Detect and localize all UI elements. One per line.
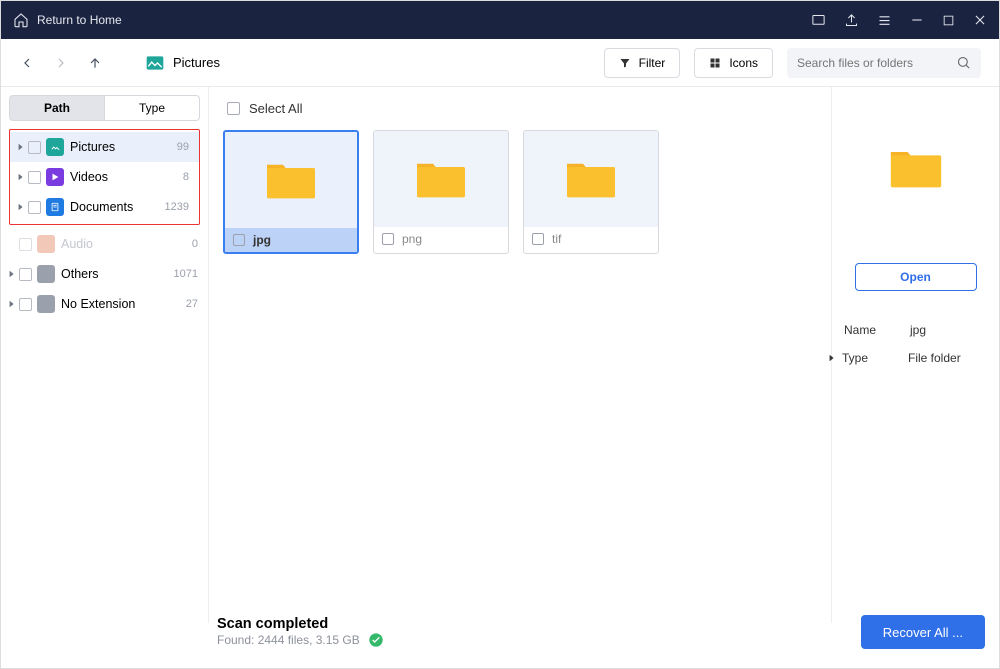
folder-label: png [402, 232, 422, 246]
tab-path[interactable]: Path [9, 95, 104, 121]
forward-icon[interactable] [53, 55, 69, 71]
detail-name-value: jpg [910, 323, 926, 337]
breadcrumb-label: Pictures [173, 55, 220, 70]
scan-status-title: Scan completed [217, 616, 384, 632]
return-home-button[interactable]: Return to Home [13, 12, 122, 28]
sidebar-item-noextension[interactable]: No Extension 27 [1, 289, 208, 319]
pictures-icon [145, 53, 165, 73]
tab-type[interactable]: Type [104, 95, 200, 121]
detail-type-row[interactable]: Type File folder [844, 351, 987, 365]
search-input-wrap[interactable] [787, 48, 981, 78]
select-all-row[interactable]: Select All [223, 99, 817, 130]
category-highlight: Pictures 99 Videos 8 Documents 1239 [9, 129, 200, 225]
return-home-label: Return to Home [37, 13, 122, 27]
detail-type-label: Type [842, 351, 908, 365]
scan-status-sub: Found: 2444 files, 3.15 GB [217, 633, 360, 647]
share-icon[interactable] [844, 13, 859, 28]
sidebar-item-others[interactable]: Others 1071 [1, 259, 208, 289]
check-icon [368, 632, 384, 648]
folder-checkbox[interactable] [382, 233, 394, 245]
search-icon [956, 55, 971, 70]
view-icons-button[interactable]: Icons [694, 48, 773, 78]
folder-card-tif[interactable]: tif [523, 130, 659, 254]
back-icon[interactable] [19, 55, 35, 71]
folder-icon [265, 160, 317, 200]
folder-checkbox[interactable] [233, 234, 245, 246]
folder-card-png[interactable]: png [373, 130, 509, 254]
home-icon [13, 12, 29, 28]
folder-label: tif [552, 232, 561, 246]
feedback-icon[interactable] [811, 13, 826, 28]
filter-button[interactable]: Filter [604, 48, 681, 78]
select-all-checkbox[interactable] [227, 102, 240, 115]
sidebar-item-pictures[interactable]: Pictures 99 [10, 132, 199, 162]
folder-icon [565, 159, 617, 199]
open-button[interactable]: Open [855, 263, 977, 291]
checkbox[interactable] [28, 171, 41, 184]
sidebar-item-audio: Audio 0 [1, 229, 208, 259]
folder-checkbox[interactable] [532, 233, 544, 245]
sidebar-item-videos[interactable]: Videos 8 [10, 162, 199, 192]
detail-type-value: File folder [908, 351, 961, 365]
search-input[interactable] [797, 56, 956, 70]
preview-folder-icon [889, 147, 943, 189]
checkbox[interactable] [28, 201, 41, 214]
recover-all-button[interactable]: Recover All ... [861, 615, 985, 649]
detail-name-label: Name [844, 323, 910, 337]
close-icon[interactable] [973, 13, 987, 27]
checkbox[interactable] [19, 298, 32, 311]
menu-icon[interactable] [877, 13, 892, 28]
breadcrumb: Pictures [145, 53, 220, 73]
folder-label: jpg [253, 233, 271, 247]
folder-card-jpg[interactable]: jpg [223, 130, 359, 254]
select-all-label: Select All [249, 101, 302, 116]
minimize-icon[interactable] [910, 13, 924, 27]
sidebar-item-documents[interactable]: Documents 1239 [10, 192, 199, 222]
folder-icon [415, 159, 467, 199]
grid-icon [709, 57, 721, 69]
maximize-icon[interactable] [942, 14, 955, 27]
checkbox[interactable] [28, 141, 41, 154]
up-icon[interactable] [87, 55, 103, 71]
filter-icon [619, 57, 631, 69]
checkbox[interactable] [19, 268, 32, 281]
